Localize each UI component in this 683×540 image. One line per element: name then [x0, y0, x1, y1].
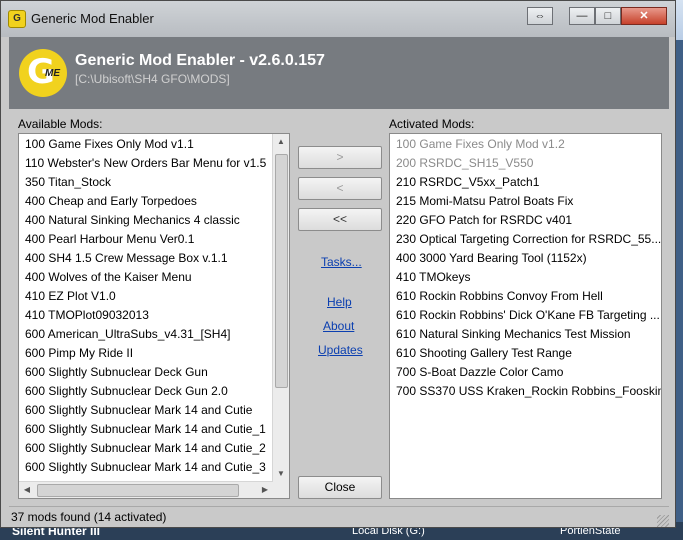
resize-grip-icon[interactable] — [657, 515, 669, 527]
minimize-button[interactable]: — — [569, 7, 595, 25]
status-bar: 37 mods found (14 activated) — [9, 506, 669, 527]
available-vscrollbar[interactable]: ▲ ▼ — [272, 134, 289, 482]
available-mods-list[interactable]: 100 Game Fixes Only Mod v1.1 110 Webster'… — [18, 133, 290, 499]
status-text: 37 mods found (14 activated) — [11, 510, 167, 524]
gme-logo-icon: G ME — [19, 49, 67, 97]
activated-mod-item[interactable]: 210 RSRDC_V5xx_Patch1 — [390, 173, 661, 192]
activated-mod-item[interactable]: 700 S-Boat Dazzle Color Camo — [390, 363, 661, 382]
main-window: G Generic Mod Enabler ⇔ — □ ✕ G ME Gener… — [0, 0, 676, 528]
available-mod-item[interactable]: 600 Slightly Subnuclear Mark 14 and Cuti… — [19, 439, 289, 458]
activated-mod-item[interactable]: 220 GFO Patch for RSRDC v401 — [390, 211, 661, 230]
available-hscrollbar[interactable]: ◀ ▶ — [19, 481, 273, 498]
available-mod-item[interactable]: 600 Pimp My Ride II — [19, 344, 289, 363]
activated-mod-item[interactable]: 610 Natural Sinking Mechanics Test Missi… — [390, 325, 661, 344]
activated-mod-item[interactable]: 100 Game Fixes Only Mod v1.2 — [390, 135, 661, 154]
activated-mod-item[interactable]: 215 Momi-Matsu Patrol Boats Fix — [390, 192, 661, 211]
scroll-left-icon[interactable]: ◀ — [19, 482, 35, 498]
available-mods-label: Available Mods: — [18, 117, 103, 131]
available-mod-item[interactable]: 100 Game Fixes Only Mod v1.1 — [19, 135, 289, 154]
window-title: Generic Mod Enabler — [31, 11, 154, 26]
available-mod-item[interactable]: 600 American_UltraSubs_v4.31_[SH4] — [19, 325, 289, 344]
available-mod-item[interactable]: 350 Titan_Stock — [19, 173, 289, 192]
activated-mod-item[interactable]: 410 TMOkeys — [390, 268, 661, 287]
app-icon: G — [8, 10, 26, 28]
available-mod-item[interactable]: 400 Natural Sinking Mechanics 4 classic — [19, 211, 289, 230]
activated-mod-item[interactable]: 610 Shooting Gallery Test Range — [390, 344, 661, 363]
available-mod-item[interactable]: 600 Slightly Subnuclear Mark 14 and Cuti… — [19, 420, 289, 439]
deactivate-all-button[interactable]: << — [298, 208, 382, 231]
activated-mod-item[interactable]: 400 3000 Yard Bearing Tool (1152x) — [390, 249, 661, 268]
scroll-up-icon[interactable]: ▲ — [273, 134, 289, 150]
scroll-corner — [273, 482, 289, 498]
available-mod-item[interactable]: 400 Cheap and Early Torpedoes — [19, 192, 289, 211]
available-mod-item[interactable]: 600 Slightly Subnuclear Deck Gun — [19, 363, 289, 382]
about-link[interactable]: About — [323, 319, 354, 333]
app-title: Generic Mod Enabler - v2.6.0.157 — [75, 52, 325, 69]
available-mod-item[interactable]: 410 EZ Plot V1.0 — [19, 287, 289, 306]
help-link[interactable]: Help — [327, 295, 352, 309]
activated-mods-list[interactable]: 100 Game Fixes Only Mod v1.2 200 RSRDC_SH… — [389, 133, 662, 499]
activated-mod-item[interactable]: 230 Optical Targeting Correction for RSR… — [390, 230, 661, 249]
available-mod-item[interactable]: 110 Webster's New Orders Bar Menu for v1… — [19, 154, 289, 173]
activated-mod-item[interactable]: 610 Rockin Robbins Convoy From Hell — [390, 287, 661, 306]
tasks-link[interactable]: Tasks... — [321, 255, 362, 269]
maximize-button[interactable]: □ — [595, 7, 621, 25]
scroll-down-icon[interactable]: ▼ — [273, 466, 289, 482]
activated-mod-item[interactable]: 200 RSRDC_SH15_V550 — [390, 154, 661, 173]
updates-link[interactable]: Updates — [318, 343, 363, 357]
available-mod-item[interactable]: 400 Wolves of the Kaiser Menu — [19, 268, 289, 287]
available-mod-item[interactable]: 400 Pearl Harbour Menu Ver0.1 — [19, 230, 289, 249]
mods-path: [C:\Ubisoft\SH4 GFO\MODS] — [75, 72, 230, 86]
scroll-right-icon[interactable]: ▶ — [257, 482, 273, 498]
title-bar[interactable]: G Generic Mod Enabler ⇔ — □ ✕ — [1, 1, 675, 37]
activated-mod-item[interactable]: 610 Rockin Robbins' Dick O'Kane FB Targe… — [390, 306, 661, 325]
activate-mod-button[interactable]: > — [298, 146, 382, 169]
available-mod-item[interactable]: 600 Slightly Subnuclear Mark 14 and Cuti… — [19, 458, 289, 477]
close-button[interactable]: Close — [298, 476, 382, 499]
available-mod-item[interactable]: 600 Slightly Subnuclear Mark 14 and Cuti… — [19, 401, 289, 420]
hscroll-thumb[interactable] — [37, 484, 239, 497]
activated-mods-label: Activated Mods: — [389, 117, 475, 131]
available-mod-item[interactable]: 600 Slightly Subnuclear Deck Gun 2.0 — [19, 382, 289, 401]
restore-icon[interactable]: ⇔ — [527, 7, 553, 25]
available-mod-item[interactable]: 400 SH4 1.5 Crew Message Box v.1.1 — [19, 249, 289, 268]
close-window-button[interactable]: ✕ — [621, 7, 667, 25]
available-mod-item[interactable]: 410 TMOPlot09032013 — [19, 306, 289, 325]
logo-sub: ME — [45, 68, 60, 79]
vscroll-thumb[interactable] — [275, 154, 288, 388]
activated-mod-item[interactable]: 700 SS370 USS Kraken_Rockin Robbins_Foos… — [390, 382, 661, 401]
deactivate-mod-button[interactable]: < — [298, 177, 382, 200]
app-header: G ME Generic Mod Enabler - v2.6.0.157 [C… — [9, 37, 669, 109]
